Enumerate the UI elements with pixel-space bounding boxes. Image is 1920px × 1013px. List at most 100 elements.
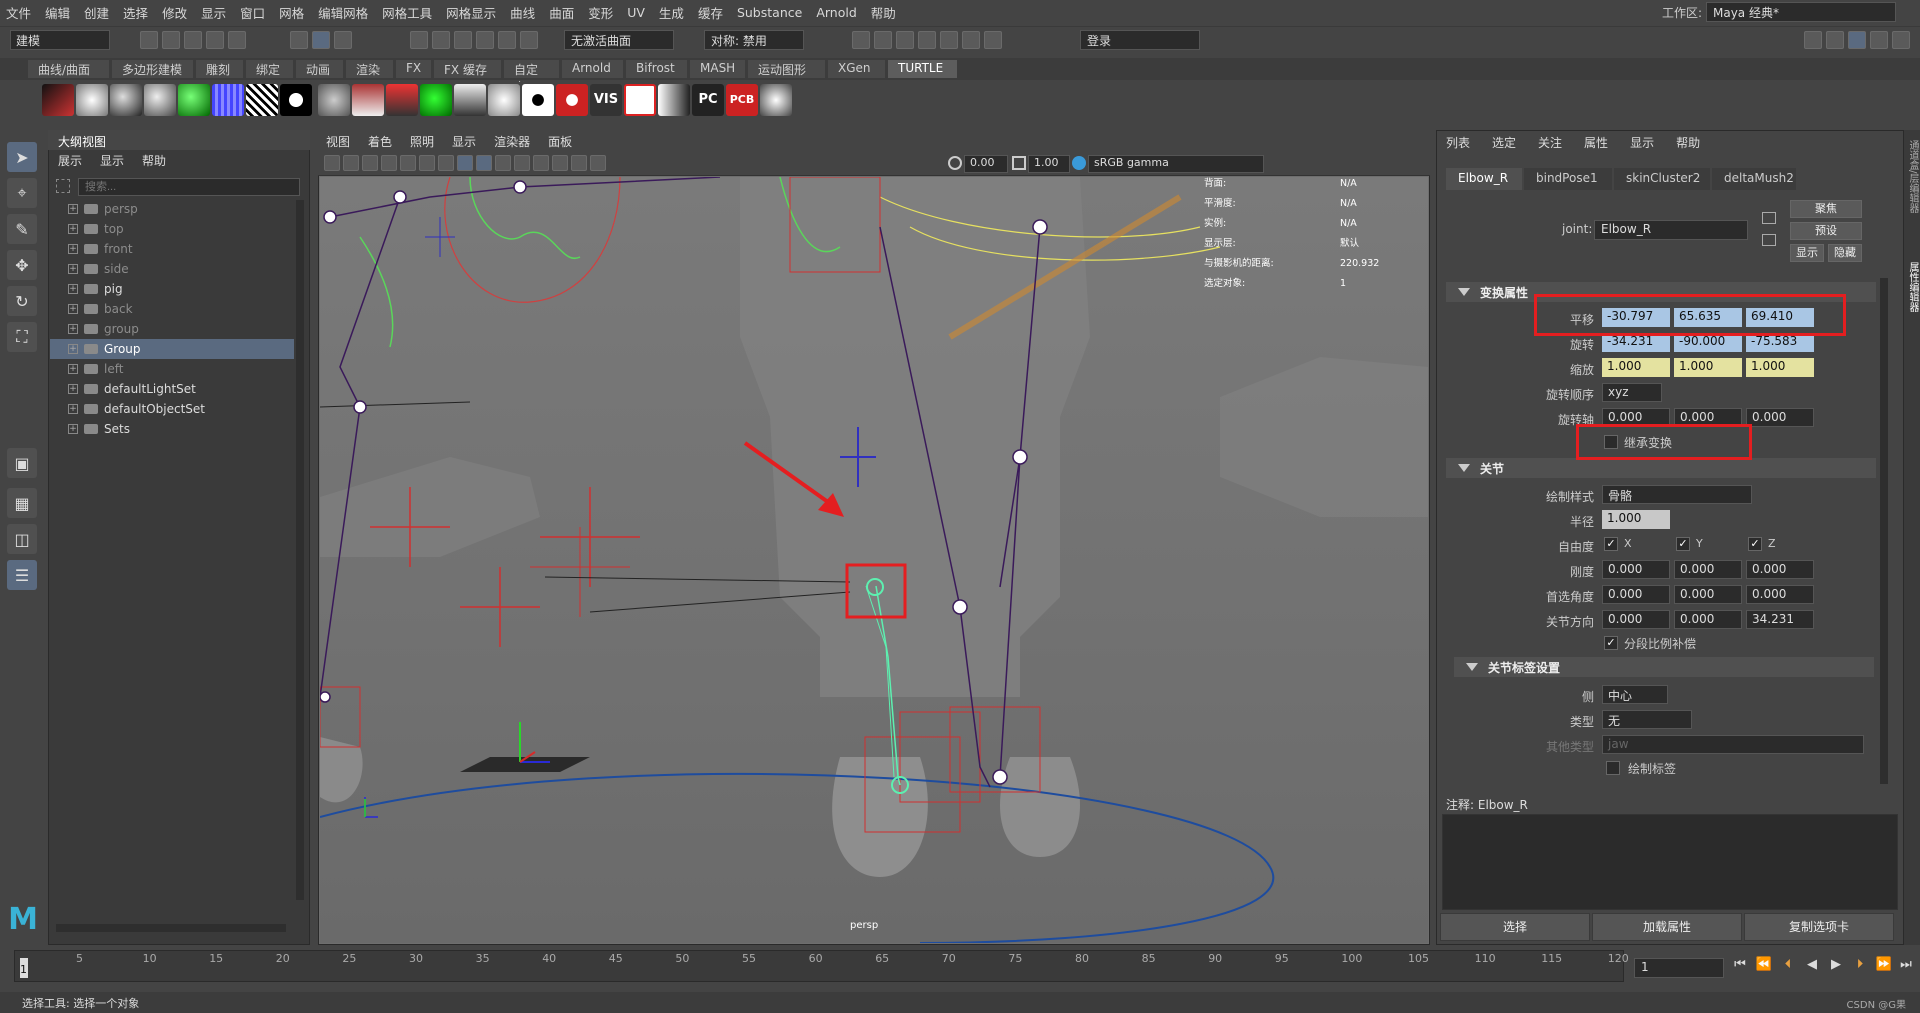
draw-label-checkbox[interactable] — [1606, 761, 1620, 775]
attribute-scrollbar[interactable] — [1880, 278, 1888, 784]
resolution-gate-icon[interactable] — [438, 155, 454, 171]
menu-item[interactable]: 文件 — [6, 3, 31, 22]
gradient-icon[interactable] — [658, 84, 690, 116]
render-view-icon[interactable] — [940, 31, 958, 49]
dots-icon[interactable] — [280, 84, 312, 116]
outliner-item[interactable]: + persp — [50, 199, 294, 219]
ellipse-icon[interactable] — [318, 84, 350, 116]
attribute-menu-item[interactable]: 关注 — [1538, 136, 1562, 150]
notes-textarea[interactable] — [1442, 814, 1898, 910]
no-pigs-icon[interactable] — [624, 84, 656, 116]
xray-joints-icon[interactable] — [571, 155, 587, 171]
attribute-editor-toggle-icon[interactable] — [1848, 31, 1866, 49]
copy-tab-button[interactable]: 复制选项卡 — [1744, 913, 1894, 941]
render-frame-icon[interactable] — [852, 31, 870, 49]
viewport-menu-item[interactable]: 照明 — [410, 133, 434, 150]
isolate-icon[interactable] — [590, 155, 606, 171]
select-component-icon[interactable] — [334, 31, 352, 49]
checker-icon[interactable] — [246, 84, 278, 116]
ipr-render-icon[interactable] — [874, 31, 892, 49]
menu-item[interactable]: 帮助 — [871, 3, 896, 22]
expand-icon[interactable]: + — [68, 304, 78, 314]
shelf-tab[interactable]: 动画 — [296, 60, 344, 78]
workspace-select[interactable]: Maya 经典* — [1706, 2, 1896, 22]
filter-icon[interactable] — [56, 179, 70, 193]
arnold-render-icon[interactable] — [962, 31, 980, 49]
outliner-item[interactable]: + defaultLightSet — [50, 379, 294, 399]
exposure-icon[interactable] — [948, 156, 962, 170]
outliner-item[interactable]: + back — [50, 299, 294, 319]
attribute-menu-item[interactable]: 帮助 — [1676, 136, 1700, 150]
snap-view-plane-icon[interactable] — [498, 31, 516, 49]
pref-angle-y-field[interactable]: 0.000 — [1674, 585, 1742, 604]
outliner-item[interactable]: + Group — [50, 339, 294, 359]
login-button[interactable]: 登录 — [1080, 30, 1200, 50]
focus-output-icon[interactable] — [1762, 234, 1776, 246]
attribute-tab[interactable]: skinCluster2 — [1614, 168, 1710, 190]
attribute-tab[interactable]: bindPose1 — [1524, 168, 1612, 190]
grid-texture-icon[interactable] — [212, 84, 244, 116]
menu-item[interactable]: 变形 — [588, 3, 613, 22]
red-light-icon[interactable] — [352, 84, 384, 116]
wireframe-icon[interactable] — [457, 155, 473, 171]
character-controls-icon[interactable] — [1826, 31, 1844, 49]
attribute-menu-item[interactable]: 属性 — [1584, 136, 1608, 150]
outliner-item[interactable]: + pig — [50, 279, 294, 299]
play-forward-icon[interactable]: ▶ — [1826, 957, 1846, 977]
lights-icon[interactable] — [514, 155, 530, 171]
draw-style-select[interactable]: 骨骼 — [1602, 485, 1752, 504]
viewport-menu-item[interactable]: 视图 — [326, 133, 350, 150]
menu-item[interactable]: 显示 — [201, 3, 226, 22]
scale-y-field[interactable]: 1.000 — [1674, 358, 1742, 377]
menu-item[interactable]: UV — [627, 5, 645, 20]
snap-point-icon[interactable] — [454, 31, 472, 49]
shelf-tab[interactable]: 雕刻 — [196, 60, 244, 78]
expand-icon[interactable]: + — [68, 284, 78, 294]
side-select[interactable]: 中心 — [1602, 685, 1668, 704]
grid-icon[interactable] — [400, 155, 416, 171]
new-scene-icon[interactable] — [140, 31, 158, 49]
two-view-icon[interactable]: ◫ — [7, 524, 37, 554]
channel-box-icon[interactable] — [1892, 31, 1910, 49]
gamma-icon[interactable] — [1012, 156, 1026, 170]
attribute-menu-item[interactable]: 显示 — [1630, 136, 1654, 150]
outliner-item[interactable]: + defaultObjectSet — [50, 399, 294, 419]
menu-item[interactable]: 缓存 — [698, 3, 723, 22]
scale-x-field[interactable]: 1.000 — [1602, 358, 1670, 377]
undo-icon[interactable] — [206, 31, 224, 49]
menu-item[interactable]: 编辑网格 — [318, 3, 368, 22]
outliner-search-input[interactable] — [78, 178, 300, 196]
attribute-editor-tab[interactable]: 属性编辑器 — [1905, 262, 1920, 312]
menu-item[interactable]: 网格工具 — [382, 3, 432, 22]
shelf-tab[interactable]: FX 缓存 — [434, 60, 502, 78]
expand-icon[interactable]: + — [68, 264, 78, 274]
outliner-item[interactable]: + top — [50, 219, 294, 239]
gamma-field[interactable]: 1.00 — [1028, 155, 1070, 173]
green-ball-icon[interactable] — [178, 84, 210, 116]
other-type-field[interactable]: jaw — [1602, 735, 1864, 754]
menu-item[interactable]: 曲面 — [549, 3, 574, 22]
shelf-tab[interactable]: XGen — [828, 60, 886, 78]
outliner-menu-show[interactable]: 展示 — [58, 154, 82, 168]
step-forward-icon[interactable]: ⏩ — [1874, 957, 1894, 977]
live-surface-field[interactable]: 无激活曲面 — [564, 30, 674, 50]
expand-icon[interactable]: + — [68, 344, 78, 354]
viewport-menu-item[interactable]: 渲染器 — [494, 133, 530, 150]
fire-icon[interactable] — [42, 84, 74, 116]
menu-item[interactable]: 编辑 — [45, 3, 70, 22]
attribute-menu-item[interactable]: 列表 — [1446, 136, 1470, 150]
menu-item[interactable]: Arnold — [816, 5, 856, 20]
shelf-tab[interactable]: TURTLE — [888, 60, 958, 78]
outliner-layout-icon[interactable]: ☰ — [7, 560, 37, 590]
menu-item[interactable]: 创建 — [84, 3, 109, 22]
segment-scale-checkbox[interactable]: ✓ — [1604, 636, 1618, 650]
current-frame-field[interactable]: 1 — [1634, 958, 1724, 978]
save-scene-icon[interactable] — [184, 31, 202, 49]
shelf-tab[interactable]: 多边形建模 — [112, 60, 194, 78]
colorspace-select[interactable]: sRGB gamma — [1088, 155, 1264, 173]
joint-section-header[interactable]: 关节 — [1446, 458, 1876, 478]
shelf-tab[interactable]: 曲线/曲面 — [28, 60, 110, 78]
eye-icon[interactable] — [522, 84, 554, 116]
outliner-item[interactable]: + front — [50, 239, 294, 259]
expand-icon[interactable]: + — [68, 244, 78, 254]
